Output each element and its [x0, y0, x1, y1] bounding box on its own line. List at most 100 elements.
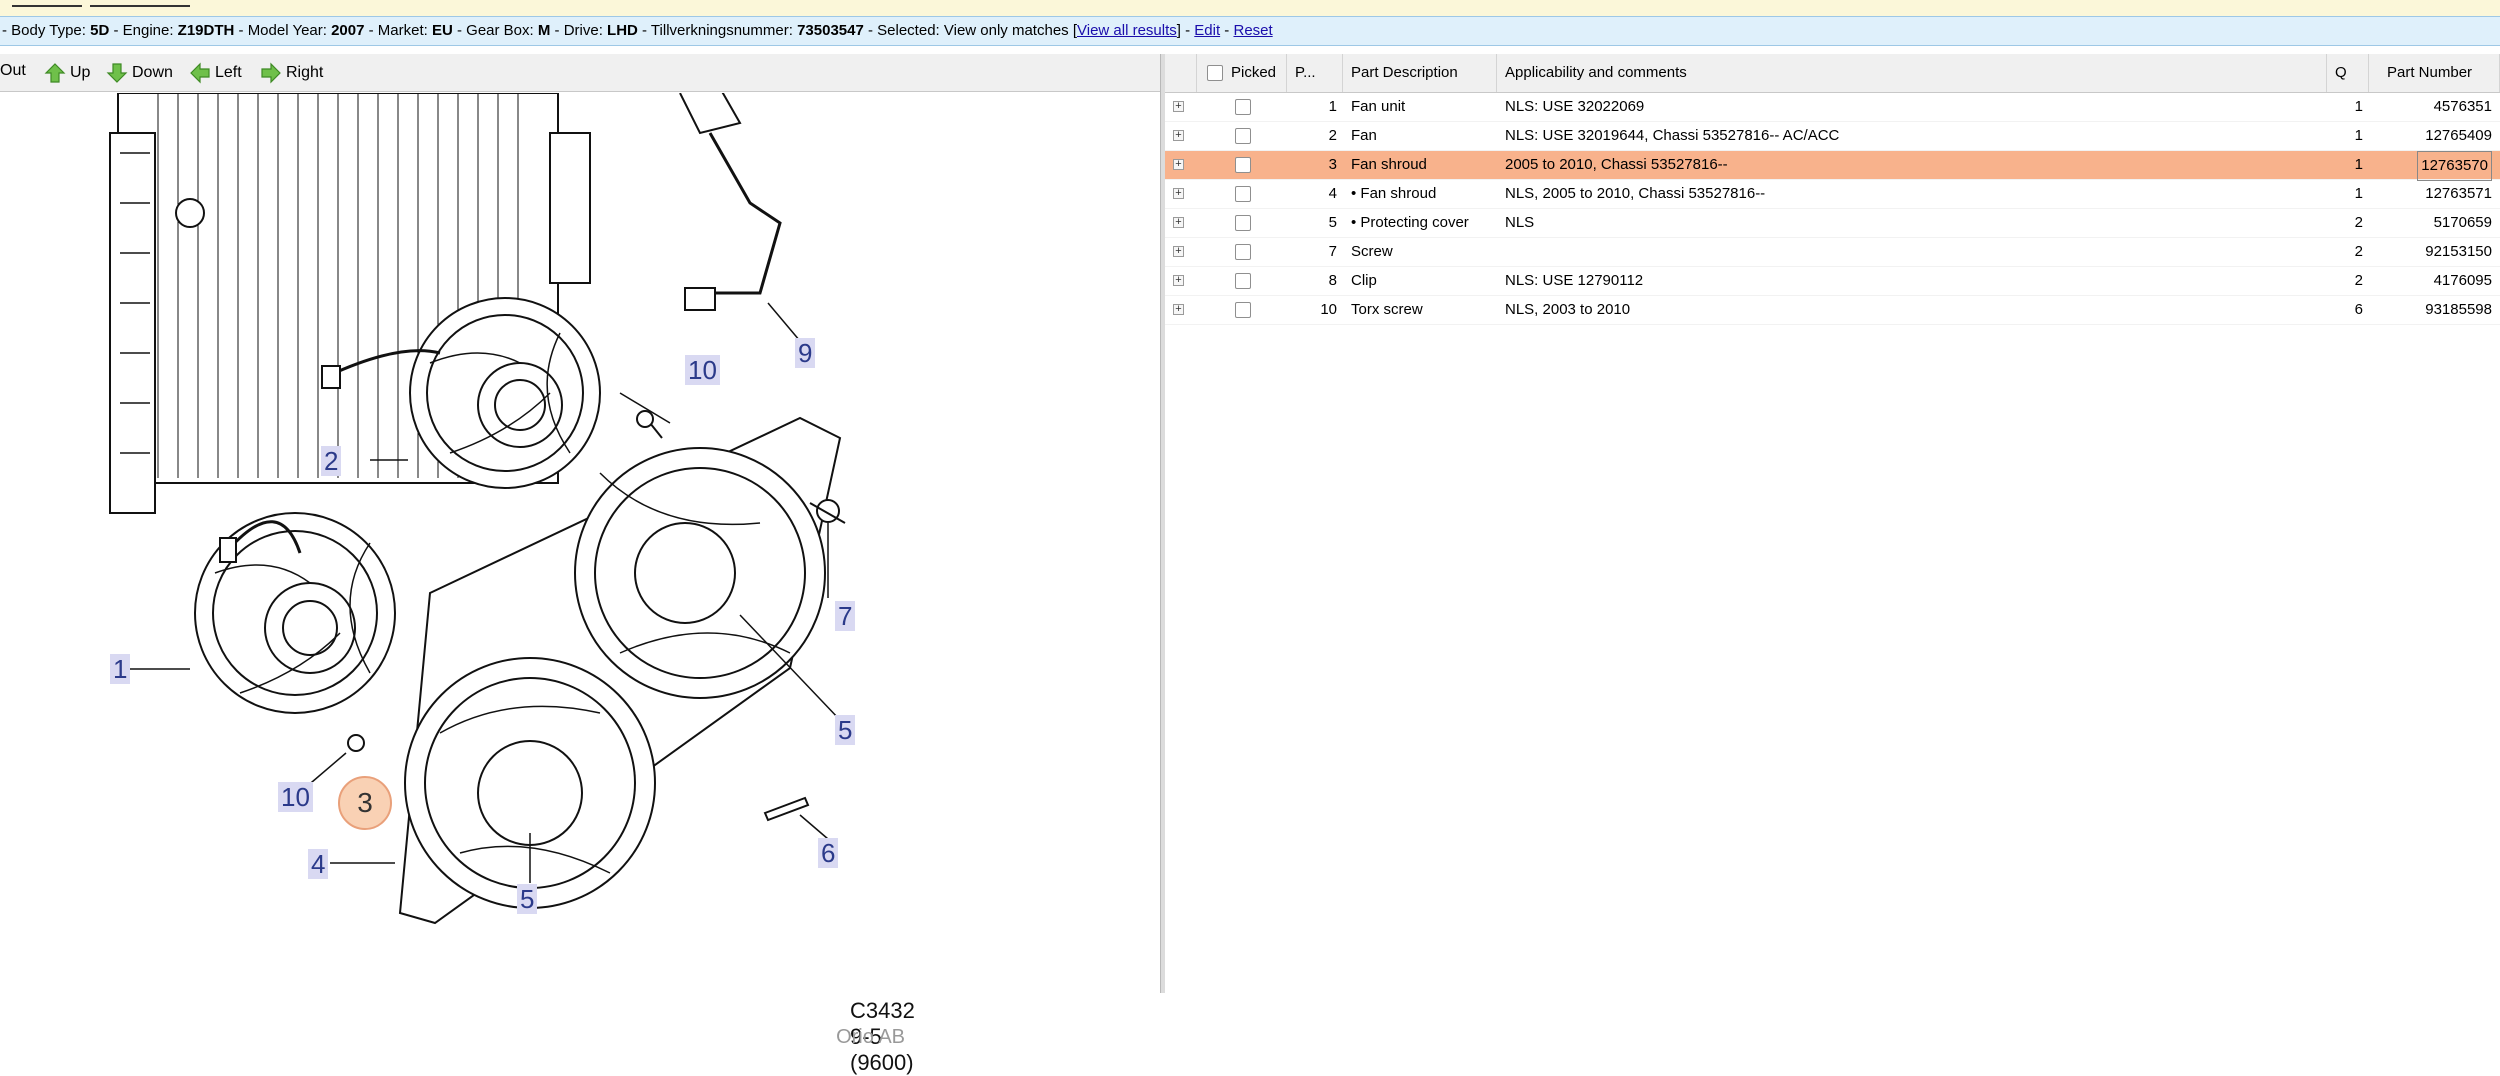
- down-label: Down: [132, 64, 173, 81]
- expand-icon[interactable]: +: [1173, 159, 1184, 170]
- part-number-cell[interactable]: 92153150: [2425, 238, 2492, 266]
- picked-checkbox[interactable]: [1235, 302, 1251, 318]
- qty-cell: 1: [2354, 98, 2363, 115]
- expand-icon[interactable]: +: [1173, 188, 1184, 199]
- callout-7[interactable]: 7: [835, 601, 856, 631]
- right-button[interactable]: Right: [260, 62, 323, 84]
- zoom-out-button[interactable]: Out: [0, 62, 26, 80]
- parts-diagram[interactable]: 10 9 2 7 1 5 10 3 6 4 5 C3432 9-5 (9600)…: [100, 93, 922, 1075]
- part-number-cell[interactable]: 93185598: [2425, 296, 2492, 324]
- picked-checkbox[interactable]: [1235, 99, 1251, 115]
- picked-checkbox[interactable]: [1235, 128, 1251, 144]
- up-button[interactable]: Up: [44, 62, 90, 84]
- view-all-results-link[interactable]: View all results: [1077, 22, 1177, 39]
- expand-icon[interactable]: +: [1173, 275, 1184, 286]
- callout-3-selected[interactable]: 3: [338, 776, 392, 830]
- table-row[interactable]: +7 Screw 2 92153150: [1165, 238, 2500, 267]
- part-number-cell[interactable]: 5170659: [2434, 209, 2492, 237]
- description-column-header[interactable]: Part Description: [1343, 54, 1497, 92]
- table-row[interactable]: +3 Fan shroud 2005 to 2010, Chassi 5352781…: [1165, 151, 2500, 181]
- qty-cell: 1: [2354, 185, 2363, 202]
- callout-2[interactable]: 2: [321, 446, 342, 476]
- info-label: - Engine:: [109, 22, 178, 39]
- pos-cell: 2: [1328, 127, 1337, 144]
- table-row[interactable]: +1 Fan unit NLS: USE 32022069 1 4576351: [1165, 93, 2500, 122]
- info-label: - Body Type:: [2, 22, 91, 39]
- table-row[interactable]: +10 Torx screw NLS, 2003 to 2010 6 93185598: [1165, 296, 2500, 325]
- expand-icon[interactable]: +: [1173, 304, 1184, 315]
- part-number-cell[interactable]: 12763571: [2425, 180, 2492, 208]
- applicability-cell: NLS, 2003 to 2010: [1505, 301, 1631, 318]
- description-cell: • Protecting cover: [1351, 214, 1469, 231]
- pos-header-label: P...: [1295, 64, 1316, 81]
- top-tab[interactable]: [12, 0, 82, 7]
- top-tab[interactable]: [90, 0, 190, 7]
- callout-10[interactable]: 10: [685, 355, 720, 385]
- applicability-cell: NLS: [1505, 214, 1535, 231]
- right-label: Right: [286, 64, 324, 81]
- description-cell: Clip: [1351, 272, 1377, 289]
- picked-checkbox[interactable]: [1235, 157, 1251, 173]
- expand-icon[interactable]: +: [1173, 246, 1184, 257]
- pos-column-header[interactable]: P...: [1287, 54, 1343, 92]
- description-cell: Screw: [1351, 243, 1393, 260]
- callout-6[interactable]: 6: [818, 838, 839, 868]
- callout-10[interactable]: 10: [278, 782, 313, 812]
- left-button[interactable]: Left: [189, 62, 242, 84]
- edit-link[interactable]: Edit: [1194, 22, 1220, 39]
- gearbox-value: M: [537, 22, 551, 39]
- select-all-checkbox[interactable]: [1207, 65, 1223, 81]
- table-row[interactable]: +5 • Protecting cover NLS 2 5170659: [1165, 209, 2500, 238]
- picked-checkbox[interactable]: [1235, 186, 1251, 202]
- description-cell: • Fan shroud: [1351, 185, 1437, 202]
- picked-checkbox[interactable]: [1235, 273, 1251, 289]
- part-number-cell[interactable]: 12765409: [2425, 122, 2492, 150]
- qty-cell: 1: [2354, 156, 2363, 173]
- expand-icon[interactable]: +: [1173, 130, 1184, 141]
- vehicle-info-bar: - Body Type: 5D - Engine: Z19DTH - Model…: [0, 16, 2500, 46]
- parts-grid: Picked P... Part Description Applicabili…: [1165, 54, 2500, 325]
- down-button[interactable]: Down: [106, 62, 173, 84]
- applicability-cell: 2005 to 2010, Chassi 53527816--: [1505, 156, 1728, 173]
- applicability-column-header[interactable]: Applicability and comments: [1497, 54, 2327, 92]
- up-label: Up: [70, 64, 91, 81]
- expand-icon[interactable]: +: [1173, 101, 1184, 112]
- info-label: - Drive:: [550, 22, 608, 39]
- table-row[interactable]: +2 Fan NLS: USE 32019644, Chassi 53527816-…: [1165, 122, 2500, 151]
- picked-header-label: Picked: [1231, 64, 1277, 81]
- applicability-cell: NLS: USE 32019644, Chassi 53527816-- AC/…: [1505, 127, 1840, 144]
- model-year-value: 2007: [331, 22, 365, 39]
- reset-link[interactable]: Reset: [1233, 22, 1272, 39]
- callout-9[interactable]: 9: [795, 338, 816, 368]
- applicability-cell: NLS: USE 12790112: [1505, 272, 1644, 289]
- table-row[interactable]: +4 • Fan shroud NLS, 2005 to 2010, Chassi …: [1165, 180, 2500, 209]
- picked-checkbox[interactable]: [1235, 244, 1251, 260]
- expand-icon[interactable]: +: [1173, 217, 1184, 228]
- callout-5[interactable]: 5: [517, 884, 538, 914]
- description-header-label: Part Description: [1351, 64, 1458, 81]
- part-number-column-header[interactable]: Part Number: [2369, 54, 2500, 92]
- description-cell: Fan shroud: [1351, 156, 1427, 173]
- part-number-header-label: Part Number: [2387, 64, 2473, 81]
- qty-column-header[interactable]: Q: [2327, 54, 2369, 92]
- description-cell: Fan unit: [1351, 98, 1406, 115]
- callout-5[interactable]: 5: [835, 715, 856, 745]
- picked-column-header[interactable]: Picked: [1197, 54, 1287, 92]
- callout-4[interactable]: 4: [308, 849, 329, 879]
- description-cell: Torx screw: [1351, 301, 1423, 318]
- callout-1[interactable]: 1: [110, 654, 131, 684]
- pos-cell: 5: [1328, 214, 1337, 231]
- selected-filter-text: View only matches: [943, 22, 1073, 39]
- arrow-right-icon: [261, 62, 281, 84]
- part-number-cell[interactable]: 12763570: [2417, 151, 2492, 181]
- part-number-cell[interactable]: 4576351: [2434, 93, 2492, 121]
- drive-value: LHD: [607, 22, 638, 39]
- pos-cell: 3: [1328, 156, 1337, 173]
- part-number-cell[interactable]: 4176095: [2434, 267, 2492, 295]
- grid-body: +1 Fan unit NLS: USE 32022069 1 4576351 +2 Fan…: [1165, 93, 2500, 325]
- qty-cell: 2: [2354, 214, 2363, 231]
- arrow-left-icon: [190, 62, 210, 84]
- info-label: - Model Year:: [234, 22, 332, 39]
- picked-checkbox[interactable]: [1235, 215, 1251, 231]
- table-row[interactable]: +8 Clip NLS: USE 12790112 2 4176095: [1165, 267, 2500, 296]
